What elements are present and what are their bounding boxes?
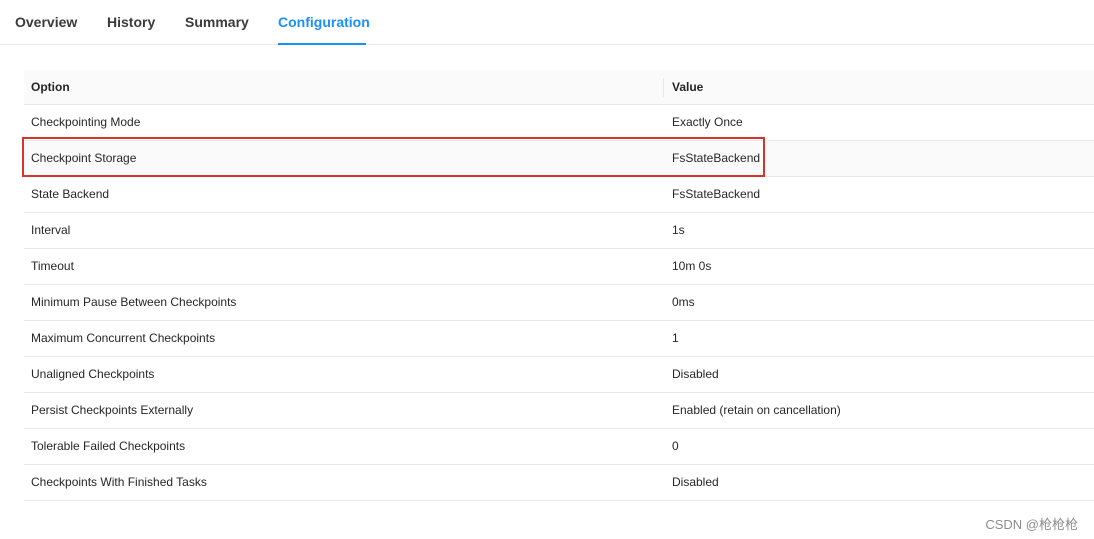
option-cell: Maximum Concurrent Checkpoints bbox=[31, 331, 216, 345]
table-row: Checkpoints With Finished Tasks Disabled bbox=[24, 465, 1094, 501]
tab-summary[interactable]: Summary bbox=[185, 14, 249, 30]
option-cell: Tolerable Failed Checkpoints bbox=[31, 439, 186, 453]
option-cell: State Backend bbox=[31, 187, 110, 201]
value-cell: Exactly Once bbox=[672, 115, 743, 129]
table-row: State Backend FsStateBackend bbox=[24, 177, 1094, 213]
table-row: Maximum Concurrent Checkpoints 1 bbox=[24, 321, 1094, 357]
value-cell: 0 bbox=[672, 439, 679, 453]
option-cell: Timeout bbox=[31, 259, 74, 273]
table-header-row: Option Value bbox=[24, 70, 1094, 105]
active-tab-indicator bbox=[278, 43, 366, 45]
value-cell: 1 bbox=[672, 331, 679, 345]
table-row: Timeout 10m 0s bbox=[24, 249, 1094, 285]
tab-bar: Overview History Summary Configuration bbox=[0, 0, 1094, 45]
value-cell: Enabled (retain on cancellation) bbox=[672, 403, 841, 417]
option-cell: Checkpoint Storage bbox=[31, 151, 137, 165]
column-header-value: Value bbox=[672, 80, 704, 94]
table-row: Tolerable Failed Checkpoints 0 bbox=[24, 429, 1094, 465]
value-cell: FsStateBackend bbox=[672, 187, 761, 201]
table-row: Interval 1s bbox=[24, 213, 1094, 249]
option-cell: Checkpointing Mode bbox=[31, 115, 141, 129]
configuration-table: Option Value Checkpointing Mode Exactly … bbox=[24, 70, 1094, 501]
option-cell: Minimum Pause Between Checkpoints bbox=[31, 295, 237, 309]
table-row: Unaligned Checkpoints Disabled bbox=[24, 357, 1094, 393]
table-row: Minimum Pause Between Checkpoints 0ms bbox=[24, 285, 1094, 321]
table-row: Checkpointing Mode Exactly Once bbox=[24, 105, 1094, 141]
column-header-option: Option bbox=[31, 80, 70, 94]
option-cell: Interval bbox=[31, 223, 71, 237]
value-cell: Disabled bbox=[672, 475, 719, 489]
value-cell: FsStateBackend bbox=[672, 151, 761, 165]
column-divider bbox=[663, 78, 664, 97]
table-row: Persist Checkpoints Externally Enabled (… bbox=[24, 393, 1094, 429]
value-cell: 0ms bbox=[672, 295, 695, 309]
option-cell: Checkpoints With Finished Tasks bbox=[31, 475, 207, 489]
tab-overview[interactable]: Overview bbox=[15, 14, 77, 30]
tab-configuration[interactable]: Configuration bbox=[278, 14, 370, 30]
value-cell: 1s bbox=[672, 223, 685, 237]
table-row: Checkpoint Storage FsStateBackend bbox=[24, 141, 1094, 177]
option-cell: Unaligned Checkpoints bbox=[31, 367, 155, 381]
watermark-text: CSDN @枪枪枪 bbox=[985, 517, 1078, 532]
value-cell: 10m 0s bbox=[672, 259, 712, 273]
option-cell: Persist Checkpoints Externally bbox=[31, 403, 194, 417]
value-cell: Disabled bbox=[672, 367, 719, 381]
tab-history[interactable]: History bbox=[107, 14, 155, 30]
